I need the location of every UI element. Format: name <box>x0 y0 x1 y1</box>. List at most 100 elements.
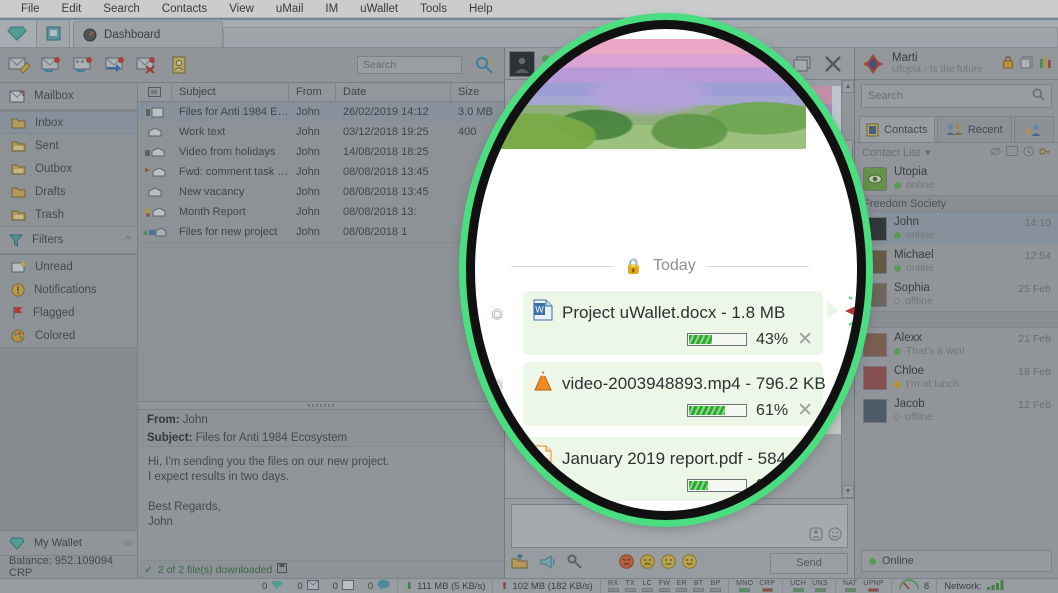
counter-news[interactable]: 0 <box>326 579 361 593</box>
table-row[interactable]: Video from holidays John 14/08/2018 18:2… <box>138 142 504 162</box>
mail-search-input[interactable]: Search <box>357 56 462 74</box>
table-row[interactable]: Files for new project John 08/08/2018 1 <box>138 222 504 242</box>
contacts-search-input[interactable]: Search <box>861 84 1052 108</box>
chevron-up-icon[interactable]: ^^ <box>125 235 133 246</box>
sidebar-item-inbox[interactable]: Inbox <box>0 111 137 134</box>
table-row[interactable]: Files for Anti 1984 Ecosystem John 26/02… <box>138 102 504 122</box>
sidebar-item-outbox[interactable]: Outbox <box>0 157 137 180</box>
composer-resize-handle[interactable] <box>668 508 691 511</box>
sidebar-header-mailbox[interactable]: Mailbox <box>0 83 137 110</box>
menu-item-edit[interactable]: Edit <box>51 0 93 18</box>
sidebar-item-unread[interactable]: Unread <box>0 255 137 278</box>
sidebar-item-colored[interactable]: Colored <box>0 324 137 347</box>
scroll-up-arrow[interactable]: ▲ <box>842 80 854 93</box>
send-button[interactable]: Send <box>770 552 848 574</box>
column-header-subject[interactable]: Subject <box>172 83 289 101</box>
chevron-down-icon[interactable]: vv <box>124 538 132 549</box>
address-book-icon[interactable] <box>166 53 192 77</box>
chat-attachment-item[interactable] <box>553 388 853 434</box>
chevron-down-icon[interactable]: ▾ <box>925 146 931 159</box>
forward-mail-icon[interactable] <box>102 53 128 77</box>
neutral-smiley[interactable] <box>661 554 676 572</box>
contact-group-header[interactable]: Freedom Society <box>855 195 1058 212</box>
counter-mail[interactable]: 0 <box>290 579 325 593</box>
record-icon[interactable] <box>760 53 782 75</box>
menu-item-file[interactable]: File <box>10 0 51 18</box>
chat-attachment-item[interactable] <box>553 276 853 322</box>
hide-offline-icon[interactable] <box>990 146 1001 160</box>
message-input[interactable] <box>511 504 848 548</box>
sms-icon[interactable] <box>1006 145 1018 160</box>
key-icon[interactable] <box>1039 146 1051 160</box>
list-item[interactable]: Sophia offline 25 Feb <box>855 278 1058 311</box>
contact-list-header[interactable]: Contact List ▾ <box>855 142 1058 162</box>
tab-button-apps[interactable] <box>36 19 70 47</box>
avatar[interactable] <box>509 50 535 77</box>
sidebar-item-flagged[interactable]: Flagged <box>0 301 137 324</box>
list-item[interactable]: John online 14:10 <box>855 212 1058 245</box>
sidebar-header-filters[interactable]: Filters ^^ <box>0 227 137 254</box>
column-header-icon[interactable] <box>138 83 172 101</box>
contact-group-header[interactable] <box>855 311 1058 328</box>
chat-image-attachment[interactable] <box>517 86 832 186</box>
sticker-icon[interactable] <box>809 527 823 544</box>
tab-recent[interactable]: Recent <box>936 116 1012 142</box>
windows-icon[interactable] <box>791 53 813 75</box>
tab-contacts[interactable]: Contacts <box>859 116 935 142</box>
counter-chat[interactable]: 0 <box>361 578 399 593</box>
save-attachments-icon[interactable] <box>277 563 288 576</box>
sidebar-item-notifications[interactable]: Notifications <box>0 278 137 301</box>
column-header-date[interactable]: Date <box>336 83 451 101</box>
delete-mail-icon[interactable] <box>134 53 160 77</box>
chat-attachment-item[interactable] <box>553 332 853 378</box>
list-item[interactable]: Chloe I'm at lunch 18 Feb <box>855 361 1058 394</box>
list-item[interactable]: Michael online 12:54 <box>855 245 1058 278</box>
column-header-size[interactable]: Size <box>451 83 504 101</box>
call-icon[interactable] <box>729 53 751 75</box>
shout-icon[interactable] <box>539 554 557 573</box>
list-item[interactable]: Jacob offline 12 Feb <box>855 394 1058 427</box>
menu-item-contacts[interactable]: Contacts <box>151 0 218 18</box>
menu-item-umail[interactable]: uMail <box>265 0 314 18</box>
sidebar-item-drafts[interactable]: Drafts <box>0 180 137 203</box>
scrollbar-thumb[interactable] <box>843 140 853 250</box>
search-icon[interactable] <box>1032 88 1045 104</box>
list-item[interactable]: Alexx That's a win! 21 Feb <box>855 328 1058 361</box>
compose-mail-icon[interactable] <box>6 53 32 77</box>
app-logo[interactable] <box>0 19 34 47</box>
key-icon[interactable] <box>567 554 583 573</box>
tools-icon[interactable] <box>1039 56 1052 72</box>
scroll-down-arrow[interactable]: ▼ <box>842 485 854 498</box>
close-icon[interactable] <box>822 53 844 75</box>
menu-item-search[interactable]: Search <box>92 0 150 18</box>
angry-smiley[interactable] <box>619 554 634 572</box>
reply-mail-icon[interactable] <box>38 53 64 77</box>
lock-icon[interactable] <box>1002 55 1014 72</box>
table-row[interactable]: Month Report John 08/08/2018 13: <box>138 202 504 222</box>
list-item[interactable]: Utopia online <box>855 162 1058 195</box>
avatar[interactable] <box>861 52 885 76</box>
menu-item-help[interactable]: Help <box>458 0 504 18</box>
counter-diamond[interactable]: 0 <box>255 579 290 593</box>
copy-id-icon[interactable] <box>1020 56 1033 72</box>
emoji-icon[interactable] <box>828 527 842 544</box>
menu-item-tools[interactable]: Tools <box>409 0 458 18</box>
table-row[interactable]: New vacancy John 08/08/2018 13:45 <box>138 182 504 202</box>
chat-scrollbar[interactable]: ▲ ▼ <box>841 80 854 498</box>
sidebar-header-wallet[interactable]: My Wallet vv <box>0 530 137 556</box>
column-header-from[interactable]: From <box>289 83 336 101</box>
reply-all-mail-icon[interactable] <box>70 53 96 77</box>
menu-item-view[interactable]: View <box>218 0 265 18</box>
menu-item-uwallet[interactable]: uWallet <box>349 0 409 18</box>
send-file-icon[interactable] <box>511 553 529 573</box>
happy-smiley[interactable] <box>682 554 697 572</box>
table-row[interactable]: Fwd: comment task 2105 John 08/08/2018 1… <box>138 162 504 182</box>
advanced-search-icon[interactable] <box>472 53 498 77</box>
sad-smiley[interactable] <box>640 554 655 572</box>
sidebar-item-sent[interactable]: Sent <box>0 134 137 157</box>
recent-icon[interactable] <box>1023 145 1034 160</box>
panel-splitter[interactable] <box>138 401 504 410</box>
sidebar-item-trash[interactable]: Trash <box>0 203 137 226</box>
tab-dashboard[interactable]: Dashboard <box>73 21 223 47</box>
tab-add-contact[interactable] <box>1014 116 1054 142</box>
